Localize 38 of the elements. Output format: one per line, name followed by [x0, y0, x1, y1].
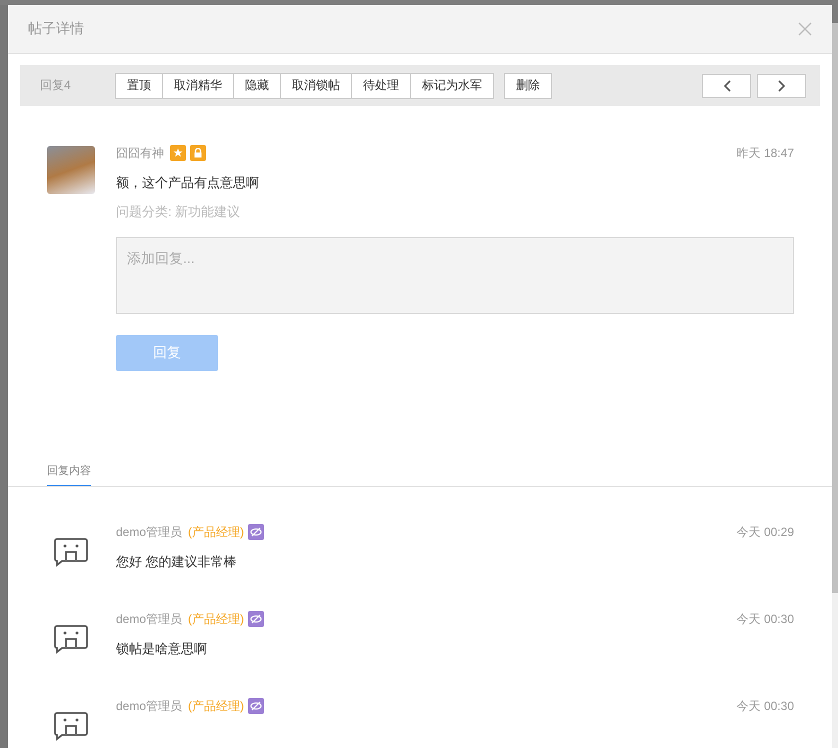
- chat-face-icon: [53, 624, 89, 654]
- chat-face-icon: [53, 711, 89, 741]
- author-role: (产品经理): [188, 610, 244, 628]
- post-time: 昨天 18:47: [736, 144, 794, 162]
- post-category: 问题分类: 新功能建议: [116, 203, 242, 221]
- dialog-title: 帖子详情: [28, 20, 84, 38]
- author-name: 囧囧有神: [116, 144, 164, 162]
- reply-time: 今天 00:30: [736, 698, 794, 714]
- post-content: 额，这个产品有点意思啊: [116, 174, 260, 192]
- author-name: demo管理员: [116, 524, 182, 540]
- action-button[interactable]: 标记为水军: [410, 72, 494, 98]
- chat-face-icon: [53, 537, 89, 567]
- author-name: demo管理员: [116, 698, 182, 714]
- action-button[interactable]: 待处理: [351, 72, 411, 98]
- action-button[interactable]: 取消锁帖: [280, 72, 352, 98]
- delete-button[interactable]: 删除: [504, 72, 552, 98]
- hidden-eye-icon: [248, 698, 264, 714]
- chevron-right-icon: [778, 80, 786, 92]
- scrollbar-thumb[interactable]: [832, 23, 838, 593]
- reply-text: 锁帖是啥意思啊: [116, 640, 208, 658]
- reply-time: 今天 00:30: [736, 610, 794, 628]
- photo-placeholder: [47, 146, 95, 194]
- action-button[interactable]: 置顶: [115, 72, 163, 98]
- hidden-eye-icon: [248, 524, 264, 540]
- next-button[interactable]: [757, 74, 806, 98]
- action-button[interactable]: 隐藏: [233, 72, 281, 98]
- previous-button[interactable]: [702, 74, 751, 98]
- hidden-eye-icon: [248, 611, 264, 627]
- reply-time: 今天 00:29: [736, 524, 794, 540]
- author-name: demo管理员: [116, 610, 182, 628]
- author-role: (产品经理): [188, 698, 244, 714]
- action-button[interactable]: 取消精华: [162, 72, 234, 98]
- tab[interactable]: 回复内容: [47, 463, 91, 486]
- author-role: (产品经理): [188, 524, 244, 540]
- reply-text: 您好 您的建议非常棒: [116, 553, 238, 571]
- lock-icon: [190, 145, 206, 161]
- reply-count: 回复4: [40, 77, 72, 94]
- chevron-left-icon: [722, 80, 730, 92]
